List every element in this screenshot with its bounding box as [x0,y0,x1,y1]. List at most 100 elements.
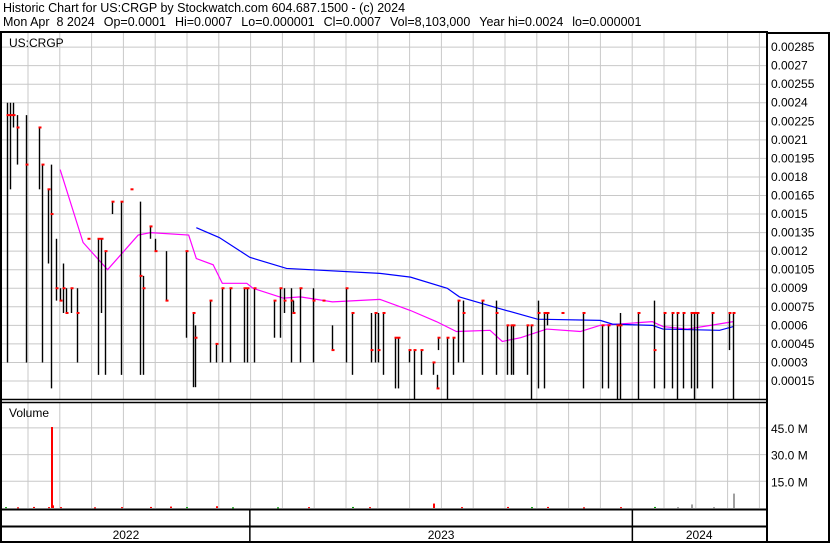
close-tick [55,287,59,290]
close-tick [312,299,316,302]
close-tick [546,311,550,314]
close-tick [711,311,715,314]
volume-bar [216,506,218,508]
close-tick [676,311,680,314]
close-tick [104,250,108,253]
volume-bar [232,507,234,509]
close-tick [97,237,101,240]
chart-frame [0,31,830,543]
grid-lines [2,32,766,508]
price-tick-label: 0.0015 [771,207,808,221]
close-tick [377,349,381,352]
close-tick [370,349,374,352]
close-tick [619,324,623,327]
close-tick [139,274,143,277]
volume-bar [17,507,19,509]
close-tick [413,349,417,352]
close-tick [394,336,398,339]
close-tick [283,299,287,302]
close-tick [601,324,605,327]
price-tick-label: 0.00255 [771,77,815,91]
price-tick-label: 0.00135 [771,226,815,240]
price-tick-label: 0.00105 [771,263,815,277]
volume-tick-label: 45.0 M [771,422,808,436]
close-tick [436,387,440,390]
close-tick [192,311,196,314]
close-tick [526,324,530,327]
close-tick [62,287,66,290]
price-tick-label: 0.0006 [771,318,808,332]
year-label: 2022 [113,528,140,542]
price-tick-label: 0.0009 [771,281,808,295]
close-tick [663,311,667,314]
volume-bar [121,507,123,509]
year-label: 2024 [686,528,713,542]
price-tick-label: 0.0018 [771,170,808,184]
volume-axis: 15.0 M 30.0 M 45.0 M [771,422,808,489]
price-tick-label: 0.0027 [771,59,808,73]
volume-bar [186,507,188,509]
close-tick [397,336,401,339]
close-tick [120,200,124,203]
price-tick-label: 0.00285 [771,40,815,54]
close-tick [279,287,283,290]
close-tick [273,299,277,302]
close-tick [165,299,169,302]
close-tick [693,311,697,314]
volume-bar [507,506,509,508]
close-tick [512,324,516,327]
price-tick-label: 0.00015 [771,374,815,388]
close-tick [41,163,45,166]
close-tick [331,349,335,352]
volume-bar [277,507,279,509]
volume-bar [677,507,679,509]
volume-tick-label: 15.0 M [771,475,808,489]
close-tick [582,311,586,314]
close-tick [299,287,303,290]
volume-bar [170,506,172,508]
close-tick [345,287,349,290]
close-tick [221,287,225,290]
close-tick [185,250,189,253]
close-tick [9,114,13,117]
price-axis: 0.00015 0.0003 0.00045 0.0006 0.00075 0.0009 0… [771,40,815,388]
price-tick-label: 0.00075 [771,300,815,314]
volume-bar [691,504,693,508]
volume-label: Volume [9,406,49,420]
volume-bar [150,506,152,508]
close-tick [437,336,441,339]
close-tick [47,188,51,191]
close-tick [420,349,424,352]
volume-bar [5,507,7,509]
close-tick [616,324,620,327]
volume-bar [60,507,62,509]
close-tick [495,311,499,314]
close-tick [87,237,91,240]
close-tick [65,311,69,314]
volume-bar [352,506,354,508]
close-tick [446,336,450,339]
close-tick [215,342,219,345]
close-tick [12,114,16,117]
close-tick [481,299,485,302]
close-tick [229,287,233,290]
close-tick [25,163,29,166]
frame-border [0,31,768,543]
close-tick [462,311,466,314]
close-tick [382,311,386,314]
close-tick [246,287,250,290]
close-tick [16,126,20,129]
volume-bars [5,427,735,509]
volume-bar [94,507,96,509]
close-tick [194,336,198,339]
close-tick [690,311,694,314]
time-axis: 2022 2023 2024 [113,528,713,542]
close-tick [322,299,326,302]
price-tick-label: 0.0021 [771,133,808,147]
close-tick [607,324,611,327]
close-tick [637,311,641,314]
close-tick [154,250,158,253]
symbol-label: US:CRGP [9,36,64,50]
close-tick [292,311,296,314]
stock-chart: 0.00015 0.0003 0.00045 0.0006 0.00075 0.0009 0… [0,31,830,543]
